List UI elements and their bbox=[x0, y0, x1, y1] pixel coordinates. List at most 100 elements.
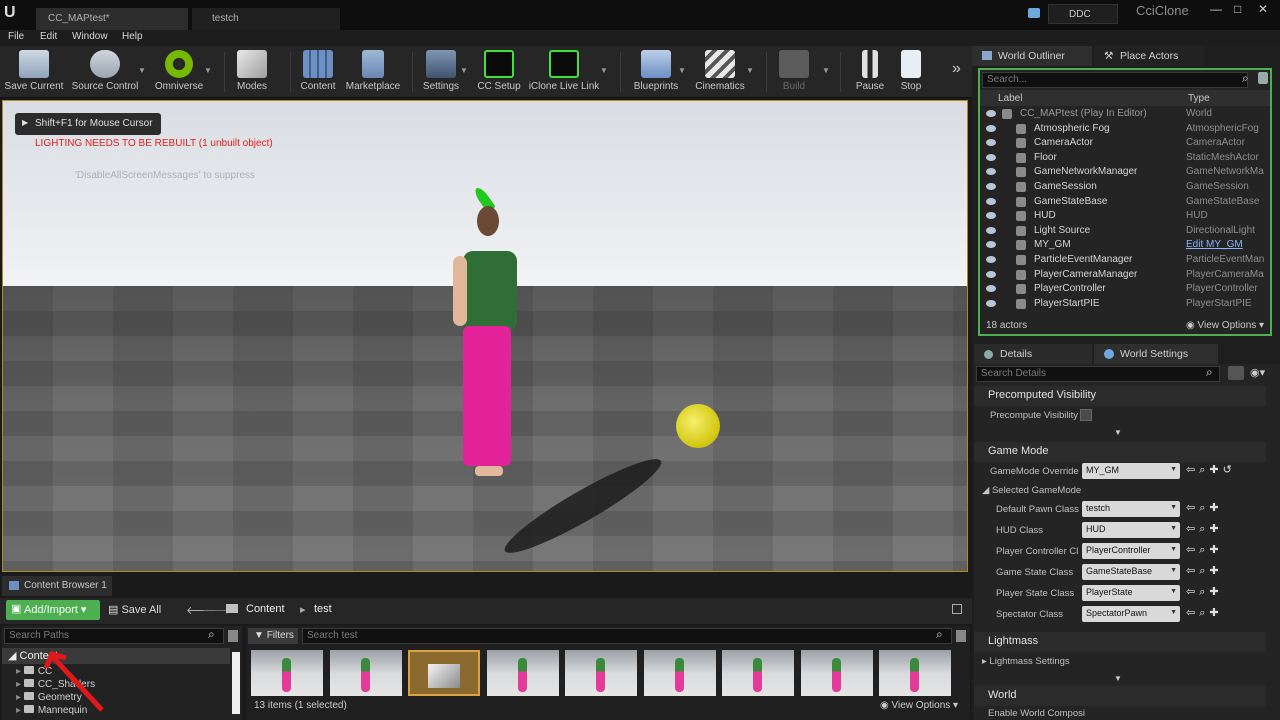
tab-testch[interactable]: testch bbox=[192, 8, 340, 30]
expand-arrow-icon[interactable]: ▼ bbox=[1114, 428, 1122, 437]
asset-thumbnail[interactable] bbox=[251, 650, 323, 696]
chevron-down-icon[interactable]: ▼ bbox=[600, 66, 608, 75]
asset-thumbnail[interactable] bbox=[722, 650, 794, 696]
path-leaf[interactable]: test bbox=[314, 603, 332, 615]
details-search-input[interactable]: Search Details bbox=[976, 366, 1220, 382]
outliner-row[interactable]: GameSession GameSession bbox=[980, 181, 1270, 195]
pause-button[interactable]: Pause bbox=[852, 48, 888, 96]
visibility-eye-icon[interactable] bbox=[986, 256, 996, 263]
chevron-down-icon[interactable]: ▼ bbox=[138, 66, 146, 75]
tab-world-outliner[interactable]: World Outliner bbox=[972, 46, 1092, 66]
lock-icon[interactable] bbox=[952, 604, 962, 614]
visibility-eye-icon[interactable] bbox=[986, 197, 996, 205]
visibility-eye-icon[interactable] bbox=[986, 168, 996, 176]
omniverse-button[interactable]: Omniverse bbox=[150, 48, 208, 96]
stop-button[interactable]: Stop bbox=[894, 48, 928, 96]
close-button[interactable]: ✕ bbox=[1258, 2, 1270, 16]
source-control-button[interactable]: Source Control bbox=[70, 48, 140, 96]
outliner-row[interactable]: Light Source DirectionalLight bbox=[980, 225, 1270, 239]
asset-thumbnail[interactable] bbox=[565, 650, 637, 696]
outliner-row[interactable]: PlayerController PlayerController bbox=[980, 283, 1270, 297]
build-button[interactable]: Build bbox=[774, 48, 814, 96]
tab-place-actors[interactable]: ⚒ Place Actors bbox=[1094, 46, 1204, 66]
visibility-eye-icon[interactable] bbox=[986, 110, 996, 117]
filter-icon[interactable] bbox=[1258, 72, 1268, 84]
save-current-button[interactable]: Save Current bbox=[4, 48, 64, 96]
search-icon[interactable]: ⌕ bbox=[208, 627, 215, 642]
outliner-view-options[interactable]: ◉ View Options ▾ bbox=[1186, 320, 1264, 331]
search-paths-input[interactable]: Search Paths bbox=[4, 628, 224, 644]
asset-actions[interactable]: ⇦⌕✚ bbox=[1186, 501, 1223, 515]
asset-thumbnail[interactable] bbox=[486, 650, 559, 696]
asset-thumbnail[interactable] bbox=[643, 650, 716, 696]
section-world[interactable]: World bbox=[974, 686, 1266, 706]
selected-gamemode-header[interactable]: ◢ Selected GameMode bbox=[982, 485, 1081, 496]
expand-arrow-icon[interactable]: ▼ bbox=[1114, 674, 1122, 683]
path-root[interactable]: Content bbox=[246, 603, 285, 615]
save-all-button[interactable]: ▤ Save All bbox=[108, 603, 161, 616]
class-dropdown[interactable]: PlayerState bbox=[1082, 585, 1180, 601]
outliner-row[interactable]: HUD HUD bbox=[980, 210, 1270, 224]
menu-window[interactable]: Window bbox=[72, 31, 108, 42]
maximize-button[interactable]: □ bbox=[1234, 2, 1246, 16]
tab-details[interactable]: Details bbox=[974, 344, 1092, 364]
asset-thumbnail[interactable] bbox=[408, 650, 480, 696]
chevron-down-icon[interactable]: ▼ bbox=[746, 66, 754, 75]
section-precomputed-visibility[interactable]: Precomputed Visibility bbox=[974, 386, 1266, 406]
outliner-row[interactable]: ParticleEventManager ParticleEventMan bbox=[980, 254, 1270, 268]
visibility-eye-icon[interactable] bbox=[986, 299, 996, 307]
outliner-row[interactable]: Floor StaticMeshActor bbox=[980, 152, 1270, 166]
asset-actions[interactable]: ⇦⌕✚ bbox=[1186, 543, 1223, 557]
menu-file[interactable]: File bbox=[8, 31, 24, 42]
class-dropdown[interactable]: GameStateBase bbox=[1082, 564, 1180, 580]
grid-view-icon[interactable] bbox=[1228, 366, 1244, 380]
tree-root-row[interactable]: ◢ Content bbox=[2, 648, 230, 664]
menu-edit[interactable]: Edit bbox=[40, 31, 57, 42]
eye-icon[interactable]: ◉▾ bbox=[1250, 366, 1265, 379]
actor-type[interactable]: Edit MY_GM bbox=[1186, 239, 1268, 250]
asset-actions[interactable]: ⇦⌕✚ bbox=[1186, 585, 1223, 599]
sources-menu-icon[interactable] bbox=[228, 630, 238, 642]
chevron-down-icon[interactable]: ▼ bbox=[678, 66, 686, 75]
class-dropdown[interactable]: PlayerController bbox=[1082, 543, 1180, 559]
outliner-row[interactable]: CameraActor CameraActor bbox=[980, 137, 1270, 151]
sources-scrollbar[interactable] bbox=[232, 652, 240, 714]
asset-actions[interactable]: ⇦⌕✚↺ bbox=[1186, 463, 1236, 477]
tab-map[interactable]: CC_MAPtest* bbox=[36, 8, 188, 30]
outliner-search-input[interactable]: Search... bbox=[982, 72, 1248, 88]
precompute-visibility-checkbox[interactable] bbox=[1080, 409, 1092, 421]
asset-thumbnail[interactable] bbox=[879, 650, 951, 696]
chevron-down-icon[interactable]: ▼ bbox=[460, 66, 468, 75]
minimize-button[interactable]: — bbox=[1210, 2, 1222, 16]
asset-thumbnail[interactable] bbox=[800, 650, 873, 696]
outliner-row[interactable]: MY_GM Edit MY_GM bbox=[980, 239, 1270, 253]
ddc-button[interactable]: DDC bbox=[1048, 4, 1118, 24]
visibility-eye-icon[interactable] bbox=[986, 285, 996, 293]
visibility-eye-icon[interactable] bbox=[986, 226, 996, 234]
outliner-row[interactable]: GameNetworkManager GameNetworkMa bbox=[980, 166, 1270, 180]
section-game-mode[interactable]: Game Mode bbox=[974, 442, 1266, 462]
section-lightmass[interactable]: Lightmass bbox=[974, 632, 1266, 652]
class-dropdown[interactable]: testch bbox=[1082, 501, 1180, 517]
content-button[interactable]: Content bbox=[296, 48, 340, 96]
cinematics-button[interactable]: Cinematics bbox=[692, 48, 748, 96]
visibility-eye-icon[interactable] bbox=[986, 212, 996, 220]
chevron-down-icon[interactable]: ▼ bbox=[822, 66, 830, 75]
asset-actions[interactable]: ⇦⌕✚ bbox=[1186, 606, 1223, 620]
asset-thumbnail[interactable] bbox=[329, 650, 402, 696]
modes-button[interactable]: Modes bbox=[230, 48, 274, 96]
outliner-row[interactable]: PlayerStartPIE PlayerStartPIE bbox=[980, 298, 1270, 312]
asset-actions[interactable]: ⇦⌕✚ bbox=[1186, 522, 1223, 536]
visibility-eye-icon[interactable] bbox=[986, 241, 996, 249]
search-icon[interactable]: ⌕ bbox=[1206, 365, 1213, 380]
visibility-eye-icon[interactable] bbox=[986, 153, 996, 161]
tab-content-browser[interactable]: Content Browser 1 bbox=[2, 576, 112, 596]
column-label[interactable]: Label bbox=[998, 93, 1022, 104]
cc-setup-button[interactable]: CC Setup bbox=[474, 48, 524, 96]
notification-icon[interactable] bbox=[1028, 8, 1040, 18]
chevron-down-icon[interactable]: ▼ bbox=[204, 66, 212, 75]
live-link-button[interactable]: iClone Live Link bbox=[528, 48, 600, 96]
class-dropdown[interactable]: SpectatorPawn bbox=[1082, 606, 1180, 622]
marketplace-button[interactable]: Marketplace bbox=[344, 48, 402, 96]
visibility-eye-icon[interactable] bbox=[986, 270, 996, 278]
